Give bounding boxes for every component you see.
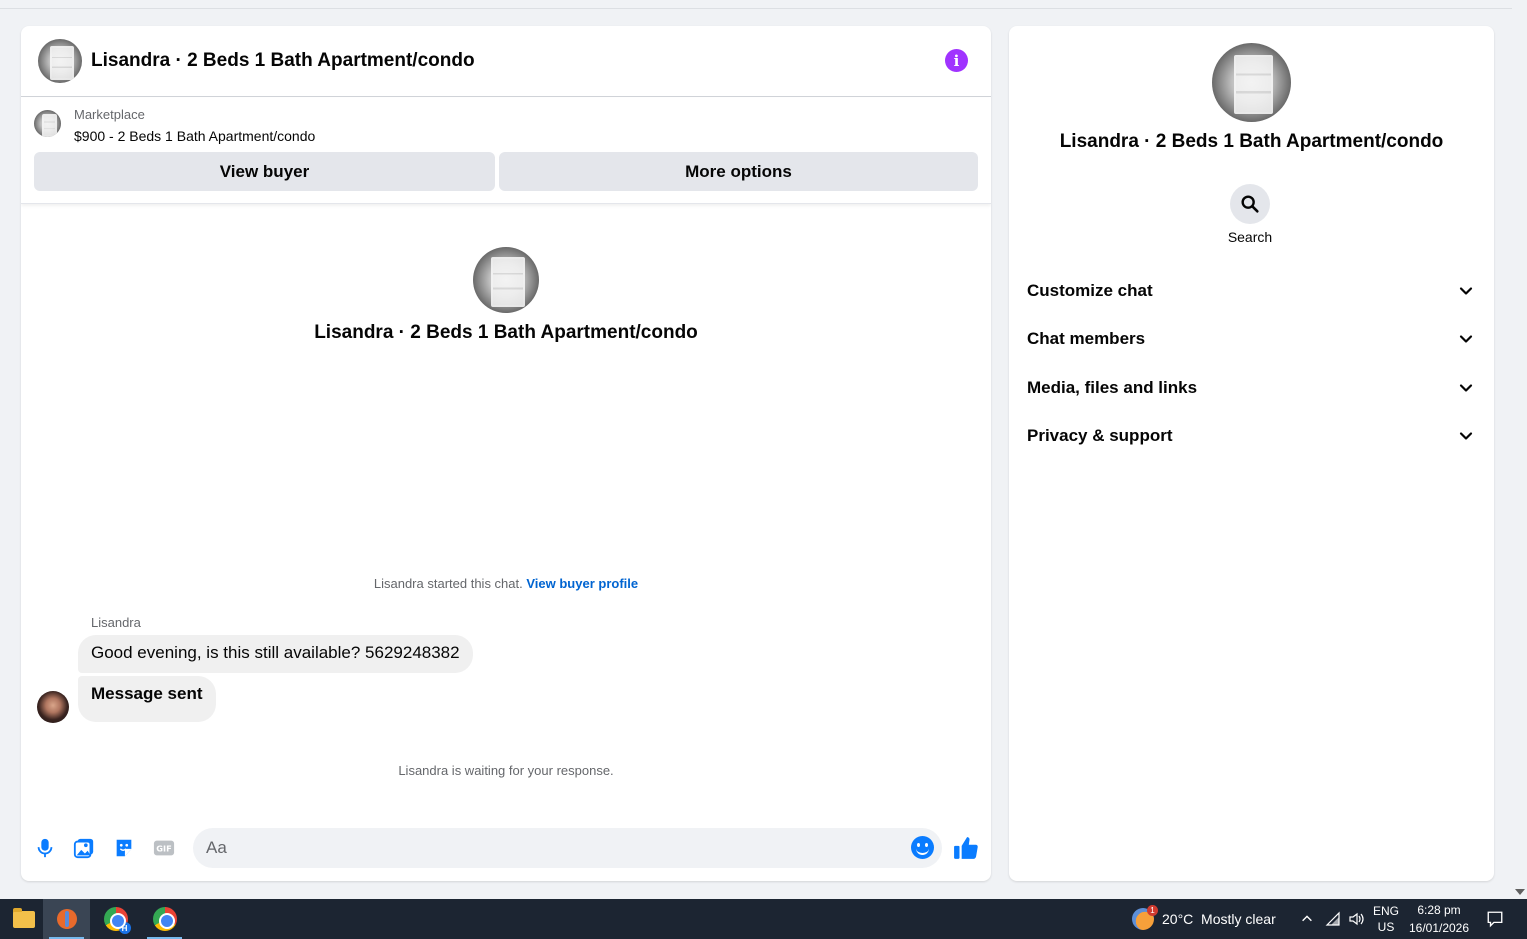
language-indicator[interactable]: ENG US: [1371, 899, 1401, 939]
chat-header: Lisandra · 2 Beds 1 Bath Apartment/condo…: [21, 26, 991, 97]
page-scrollbar[interactable]: [1512, 0, 1527, 899]
chevron-down-icon: [1459, 384, 1473, 392]
listing-title[interactable]: $900 - 2 Beds 1 Bath Apartment/condo: [74, 128, 315, 144]
chevron-down-icon: [1459, 287, 1473, 295]
thumbs-up-icon[interactable]: [953, 835, 979, 861]
intro-name: Lisandra · 2 Beds 1 Bath Apartment/condo: [314, 322, 698, 343]
info-icon[interactable]: i: [945, 49, 968, 72]
clock[interactable]: 6:28 pm 16/01/2026: [1405, 899, 1473, 939]
side-avatar[interactable]: [1212, 43, 1291, 122]
message-composer: GIF: [21, 826, 991, 870]
menu-customize-chat[interactable]: Customize chat: [1009, 269, 1494, 313]
sticker-icon[interactable]: [112, 836, 136, 860]
chat-panel: Lisandra · 2 Beds 1 Bath Apartment/condo…: [21, 26, 991, 881]
chevron-down-icon: [1459, 432, 1473, 440]
clock-date: 16/01/2026: [1408, 921, 1470, 935]
search-button[interactable]: [1230, 184, 1270, 224]
menu-media-files-links[interactable]: Media, files and links: [1009, 366, 1494, 410]
chrome-button[interactable]: [141, 899, 188, 939]
listing-thumbnail[interactable]: [34, 110, 61, 137]
side-name: Lisandra · 2 Beds 1 Bath Apartment/condo: [1059, 131, 1444, 152]
network-icon[interactable]: [1322, 899, 1344, 939]
message-bubble[interactable]: Message sent: [78, 676, 216, 722]
menu-item-label: Customize chat: [1027, 281, 1153, 300]
scroll-down-arrow-icon[interactable]: [1515, 889, 1525, 895]
listing-avatar[interactable]: [38, 39, 82, 83]
app-icon: [56, 909, 77, 929]
weather-widget[interactable]: 1 20°C Mostly clear: [1132, 899, 1276, 939]
microphone-icon[interactable]: [33, 836, 57, 860]
chevron-down-icon: [1459, 335, 1473, 343]
gif-icon[interactable]: GIF: [152, 836, 176, 860]
region-code: US: [1377, 920, 1395, 934]
chat-started-text: Lisandra started this chat.: [373, 576, 523, 591]
message-sender-name: Lisandra: [91, 615, 141, 630]
svg-text:GIF: GIF: [156, 844, 171, 854]
folder-icon: [12, 907, 35, 928]
windows-taskbar: H 1 20°C Mostly clear ENG US 6:28 pm 16/…: [0, 899, 1527, 939]
lang-code: ENG: [1372, 904, 1399, 918]
emoji-icon[interactable]: [911, 836, 934, 859]
chrome-icon: H: [103, 907, 131, 934]
weather-icon: 1: [1132, 905, 1158, 930]
view-buyer-profile-link[interactable]: View buyer profile: [526, 576, 638, 591]
photo-icon[interactable]: [72, 836, 96, 860]
marketplace-label: Marketplace: [74, 107, 145, 122]
marketplace-listing-bar: Marketplace $900 - 2 Beds 1 Bath Apartme…: [21, 98, 991, 204]
chevron-up-icon[interactable]: [1296, 899, 1318, 939]
menu-item-label: Media, files and links: [1027, 378, 1198, 397]
menu-item-label: Chat members: [1027, 329, 1146, 348]
file-explorer-button[interactable]: [0, 899, 47, 939]
menu-chat-members[interactable]: Chat members: [1009, 317, 1494, 361]
view-buyer-button[interactable]: View buyer: [34, 152, 495, 191]
clock-time: 6:28 pm: [1417, 903, 1461, 917]
search-icon: [1241, 195, 1259, 213]
menu-privacy-support[interactable]: Privacy & support: [1009, 414, 1494, 458]
waiting-notice: Lisandra is waiting for your response.: [398, 763, 614, 778]
notification-icon[interactable]: [1480, 899, 1510, 939]
menu-item-label: Privacy & support: [1027, 426, 1173, 445]
top-edge: [0, 0, 1512, 9]
volume-icon[interactable]: [1345, 899, 1367, 939]
message-input[interactable]: [193, 828, 942, 868]
taskbar-app-active[interactable]: [43, 899, 90, 939]
chrome-profile-button[interactable]: H: [92, 899, 139, 939]
message-bubble[interactable]: Good evening, is this still available? 5…: [78, 635, 473, 673]
weather-text: 20°C Mostly clear: [1162, 911, 1276, 927]
conversation-info-panel: Lisandra · 2 Beds 1 Bath Apartment/condo…: [1009, 26, 1494, 881]
weather-badge: 1: [1147, 905, 1158, 916]
sender-avatar[interactable]: [37, 691, 69, 723]
more-options-button[interactable]: More options: [499, 152, 978, 191]
chrome-icon: [152, 907, 177, 931]
search-label: Search: [1227, 229, 1273, 245]
chat-started-notice: Lisandra started this chat. View buyer p…: [21, 576, 991, 591]
chat-title[interactable]: Lisandra · 2 Beds 1 Bath Apartment/condo: [91, 50, 475, 72]
intro-avatar: [473, 247, 539, 313]
profile-badge: H: [118, 922, 131, 934]
